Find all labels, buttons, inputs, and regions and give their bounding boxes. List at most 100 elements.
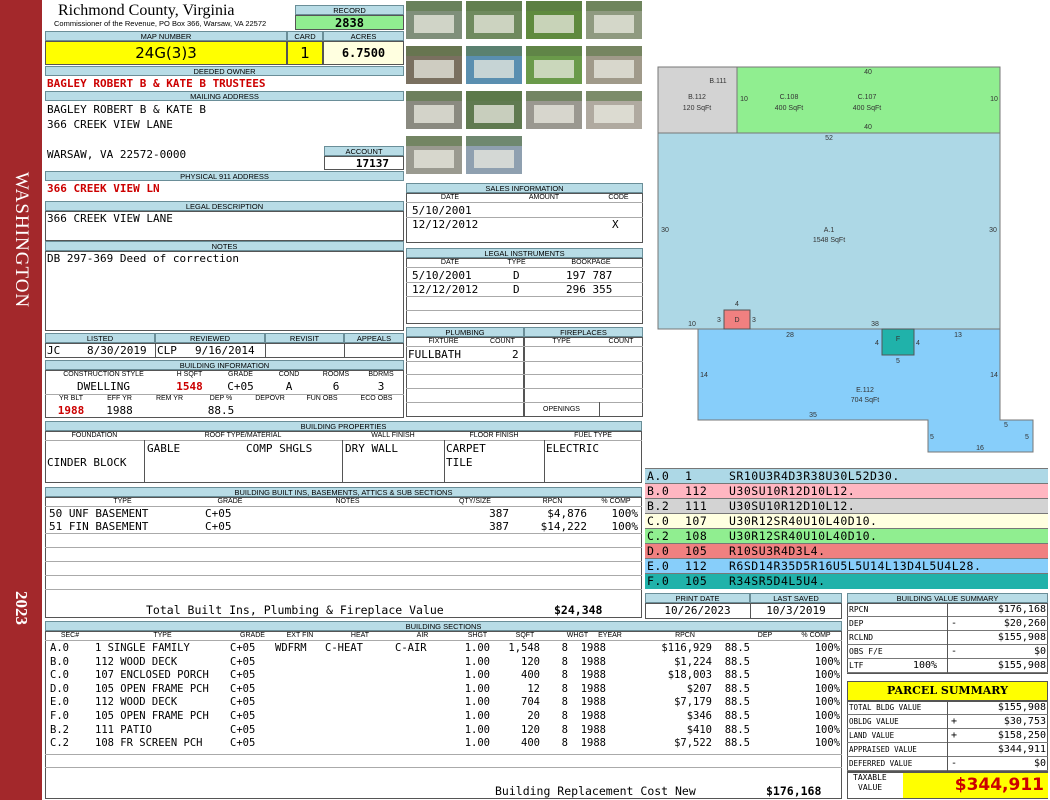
section-sqft: 120 [521, 723, 540, 736]
builtins-row-line [45, 547, 642, 548]
parcel-sign: + [951, 730, 958, 741]
section-eyear: 1988 [580, 682, 606, 695]
house-photo[interactable] [405, 0, 463, 40]
section-row: C.0 107 ENCLOSED PORCH C+05 1.00 400 8 1988 $18… [45, 668, 842, 682]
photo-building [414, 60, 454, 78]
section-type: 108 FR SCREEN PCH [95, 737, 203, 750]
bvs-value: $20,260 [1003, 618, 1046, 629]
photo-building [594, 60, 634, 78]
appeals-header: APPEALS [344, 333, 404, 343]
photo-building [534, 105, 574, 123]
garage-photo[interactable] [525, 90, 583, 130]
section-col-header: RPCN [675, 632, 695, 639]
dim-e-16: 16 [976, 445, 984, 452]
section-row: E.0 112 WOOD DECK C+05 1.00 704 8 1988 $7,179 88… [45, 695, 842, 709]
deck-photo[interactable] [405, 45, 463, 85]
section-sqft: 1,548 [508, 642, 540, 654]
acres-value: 6.7500 [323, 41, 404, 65]
owner-name: BAGLEY ROBERT B & KATE B TRUSTEES [47, 77, 266, 90]
bvs-label: DEP [849, 619, 864, 628]
sales-col-date: DATE [440, 194, 460, 201]
dim-e-28: 28 [786, 332, 794, 339]
section-col-header: SHGT [467, 632, 488, 639]
section-grade: C+05 [230, 723, 256, 736]
bvs-label: RCLND [849, 633, 874, 642]
dim-a-30-right: 30 [989, 227, 997, 234]
section-heat: C-HEAT [325, 642, 363, 654]
pond-photo[interactable] [465, 0, 523, 40]
dim-e-35: 35 [809, 412, 817, 419]
section-type: 1 SINGLE FAMILY [95, 642, 190, 654]
section-sqft: 120 [521, 655, 540, 668]
last-saved-header: LAST SAVED [750, 593, 842, 603]
shed-photo[interactable] [585, 45, 643, 85]
porch-photo[interactable] [585, 0, 643, 40]
section-comp: 100% [814, 642, 840, 654]
county-title: Richmond County, Virginia [58, 2, 235, 19]
section-grade: C+05 [230, 669, 256, 682]
section-dep: 88.5 [724, 710, 750, 722]
col-funobs: FUN OBS [306, 395, 338, 402]
section-eyear: 1988 [580, 710, 606, 722]
section-whgt: 8 [561, 669, 568, 682]
section-col-header: SQFT [515, 632, 535, 639]
section-col-header: SEC# [60, 632, 80, 639]
label-b111: B.111 [709, 78, 726, 85]
section-whgt: 8 [561, 737, 568, 750]
instruments-header: LEGAL INSTRUMENTS [406, 248, 643, 258]
segment-code: D.0 [647, 544, 670, 558]
section-dep: 88.5 [724, 696, 750, 709]
photo-trees [406, 1, 462, 11]
driveway-photo[interactable] [465, 90, 523, 130]
section-row: F.0 105 OPEN FRAME PCH C+05 1.00 20 8 1988 $346… [45, 709, 842, 723]
bedrooms: 3 [377, 380, 385, 393]
dim-e-5-a: 5 [930, 434, 934, 441]
notes-header: NOTES [45, 241, 404, 251]
dock-photo[interactable] [465, 135, 523, 175]
pool-photo[interactable] [465, 45, 523, 85]
segment-code: F.0 [647, 574, 670, 588]
dim-c-10-left: 10 [740, 96, 748, 103]
section-sec: A.0 [50, 642, 69, 654]
dim-d-3-right: 3 [752, 317, 756, 324]
mailing-line3: WARSAW, VA 22572-0000 [47, 148, 187, 161]
inst-book-2: 296 355 [566, 283, 613, 296]
segment-path: R10SU3R4D3L4. [729, 544, 826, 558]
inst-date-2: 12/12/2012 [412, 283, 479, 296]
photo-building [594, 15, 634, 33]
fuel-type: ELECTRIC [546, 442, 599, 455]
segment-path: U30R12SR40U10L40D10. [729, 514, 878, 528]
listed-header: LISTED [45, 333, 155, 343]
dim-top-40: 40 [864, 69, 872, 76]
lawn-photo[interactable] [525, 0, 583, 40]
last-saved: 10/3/2019 [766, 604, 826, 617]
segment-num: 108 [685, 529, 708, 543]
plumb-col-fixture: FIXTURE [428, 338, 459, 345]
section-rpcn: $18,003 [667, 669, 712, 682]
parcel-label: LAND VALUE [849, 731, 895, 740]
label-d: D [734, 317, 739, 324]
fireplaces-box [524, 337, 643, 417]
photo-trees [586, 46, 642, 56]
section-dep: 88.5 [724, 723, 750, 736]
photo-trees [406, 91, 462, 101]
carport-photo[interactable] [405, 90, 463, 130]
label-c108: C.108 [780, 94, 799, 101]
shelter-photo[interactable] [405, 135, 463, 175]
yard-photo[interactable] [525, 45, 583, 85]
segment-path: R6SD14R35D5R16U5L5U14L13D4L5U4L28. [729, 559, 982, 573]
segment-num: 1 [685, 469, 693, 483]
section-comp: 100% [814, 669, 840, 682]
outbuilding-photo[interactable] [585, 90, 643, 130]
section-whgt: 8 [561, 710, 568, 722]
segment-code: C.0 [647, 514, 670, 528]
section-sec: C.0 [50, 669, 69, 682]
notes-text: DB 297-369 Deed of correction [47, 252, 240, 265]
section-sec: D.0 [50, 682, 69, 695]
col-yrblt: YR BLT [59, 395, 83, 402]
dim-e-14-left: 14 [700, 372, 708, 379]
dim-e-13: 13 [954, 332, 962, 339]
section-row: B.2 111 PATIO C+05 1.00 120 8 1988 $410 88.5 100% [45, 723, 842, 737]
section-shgt: 1.00 [464, 669, 490, 682]
photo-trees [406, 46, 462, 56]
